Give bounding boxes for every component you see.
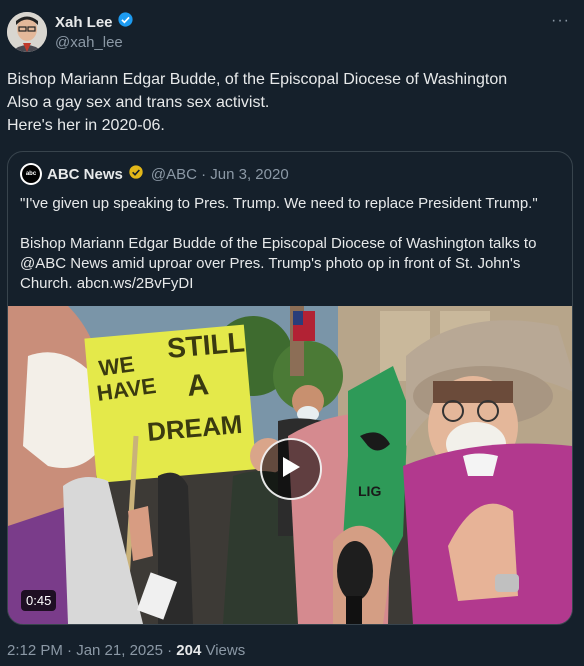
quoted-tweet[interactable]: abc ABC News @ABC · Jun 3, 2020 "I've gi…: [7, 151, 573, 625]
quoted-author-meta: @ABC · Jun 3, 2020: [150, 165, 289, 183]
avatar[interactable]: [7, 12, 47, 52]
quoted-author-name[interactable]: ABC News: [47, 166, 123, 183]
play-button[interactable]: [260, 438, 322, 500]
quoted-author-row: abc ABC News @ABC · Jun 3, 2020: [20, 163, 289, 185]
author-block: Xah Lee @xah_lee: [55, 12, 134, 51]
stole-text: LIG: [358, 483, 381, 499]
gold-verified-badge-icon: [128, 164, 144, 185]
views-count[interactable]: 204: [176, 642, 201, 659]
sign-text: A: [186, 368, 210, 403]
author-name[interactable]: Xah Lee: [55, 14, 113, 31]
abc-logo-avatar[interactable]: abc: [20, 163, 42, 185]
video-duration: 0:45: [21, 590, 57, 611]
author-handle[interactable]: @xah_lee: [55, 34, 134, 51]
quoted-line: Church. abcn.ws/2BvFyDI: [20, 275, 194, 292]
views-label: Views: [205, 642, 246, 659]
play-icon: [280, 455, 302, 484]
tweet-line: Also a gay sex and trans sex activist.: [7, 94, 270, 111]
separator: ·: [167, 642, 177, 659]
tweet-line: Bishop Mariann Edgar Budde, of the Episc…: [7, 71, 508, 88]
quoted-line: @ABC News amid uproar over Pres. Trump's…: [20, 255, 521, 272]
verified-badge-icon: [117, 11, 134, 33]
tweet-timestamp[interactable]: 2:12 PM · Jan 21, 2025: [7, 642, 163, 659]
quoted-text: "I've given up speaking to Pres. Trump. …: [20, 194, 560, 294]
tweet-text: Bishop Mariann Edgar Budde, of the Episc…: [7, 68, 567, 137]
more-icon[interactable]: ···: [551, 12, 570, 30]
quoted-line: "I've given up speaking to Pres. Trump. …: [20, 195, 538, 212]
tweet-footer: 2:12 PM · Jan 21, 2025 · 204 Views: [7, 642, 245, 659]
tweet-line: Here's her in 2020-06.: [7, 117, 165, 134]
quoted-line: Bishop Mariann Edgar Budde of the Episco…: [20, 235, 537, 252]
video-player[interactable]: WE HAVE STILL A DREAM LIG 0:45: [8, 306, 572, 624]
